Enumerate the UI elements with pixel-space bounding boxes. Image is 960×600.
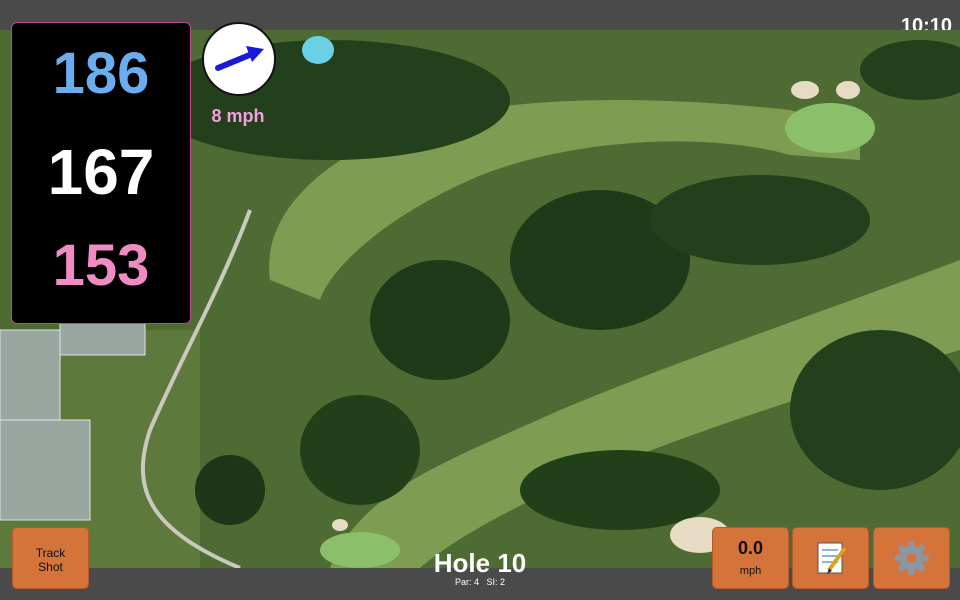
distance-panel: 186 167 153	[11, 22, 191, 324]
speed-button[interactable]: 0.0 mph	[712, 527, 789, 589]
hole-par: Par: 4	[454, 577, 479, 587]
wind-speed: 8 mph	[211, 106, 265, 126]
notepad-icon	[817, 542, 847, 574]
track-shot-button[interactable]: Track Shot	[12, 527, 89, 589]
track-shot-label: Track Shot	[35, 546, 66, 574]
speed-unit: mph	[739, 565, 762, 577]
settings-button[interactable]	[873, 527, 950, 589]
speed-value: 0.0	[737, 538, 764, 558]
hole-si: SI: 2	[486, 577, 506, 587]
wind-direction-arrow-icon	[215, 46, 264, 71]
distance-front: 153	[52, 233, 150, 298]
notes-button[interactable]	[792, 527, 869, 589]
hole-meta: Par: 4 SI: 2	[400, 577, 560, 587]
gear-icon	[894, 541, 929, 575]
distance-back: 186	[52, 41, 150, 106]
wind-indicator	[202, 22, 276, 96]
distance-middle: 167	[47, 136, 155, 208]
hole-title: Hole 10	[433, 548, 527, 578]
